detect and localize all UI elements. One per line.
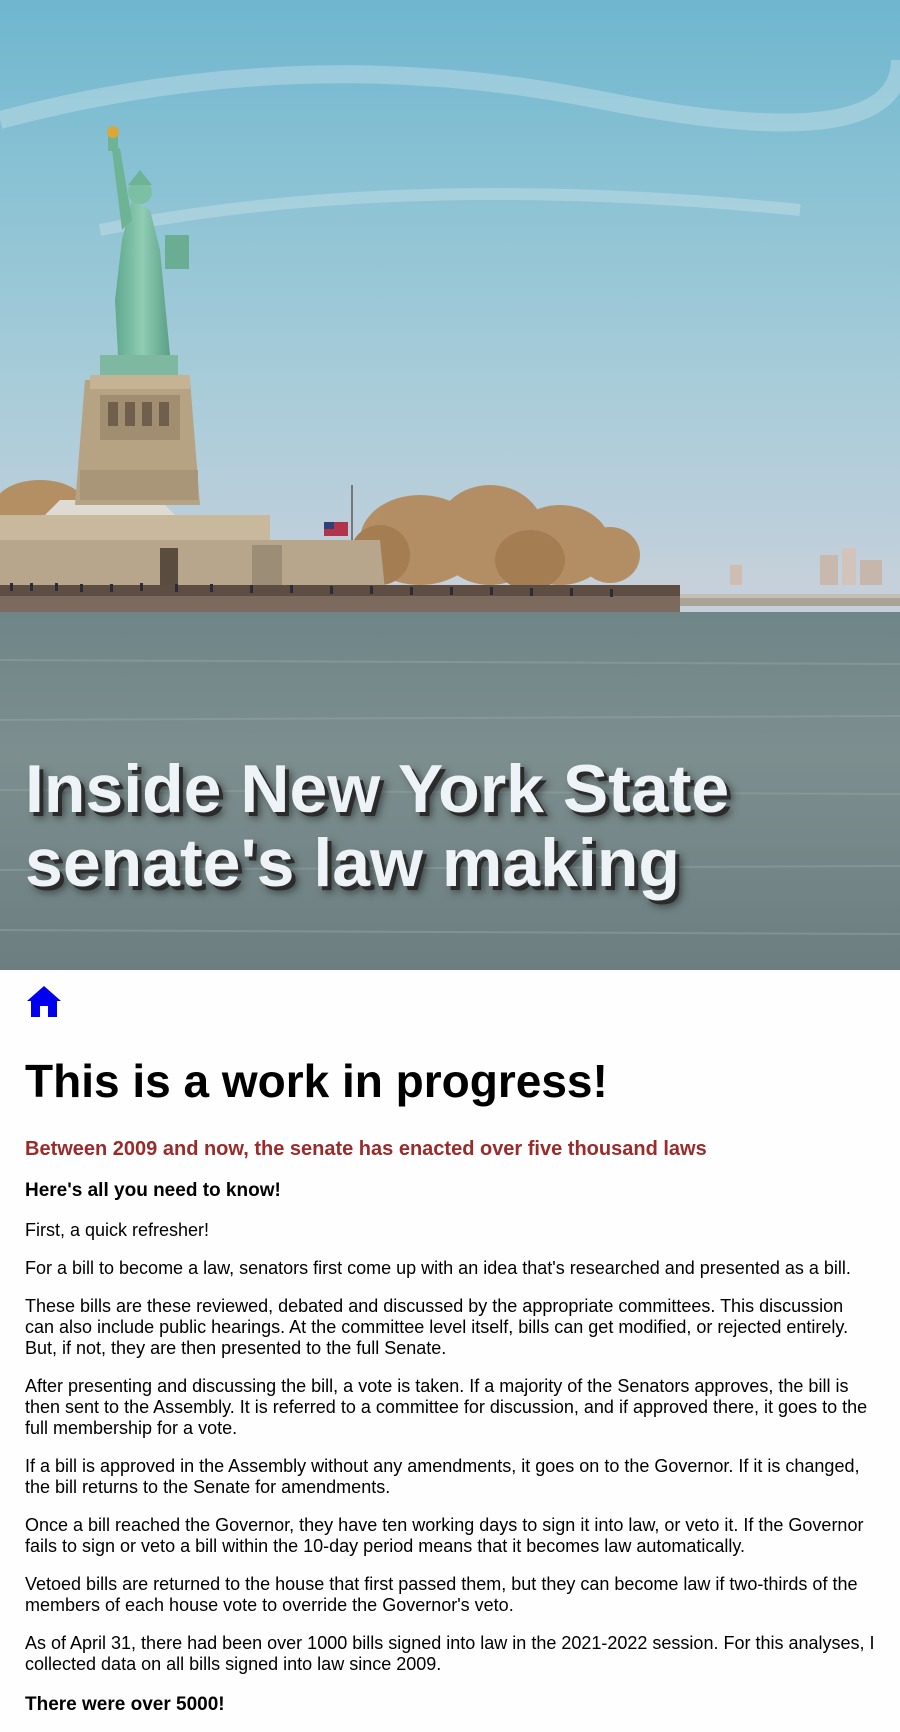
paragraph-senate-vote: After presenting and discussing the bill…	[25, 1376, 868, 1438]
page-heading: This is a work in progress!	[25, 1055, 608, 1107]
hero-title-line2: senate's law making	[25, 825, 680, 901]
home-icon	[27, 986, 61, 1017]
hero-banner: Inside New York State senate's law makin…	[0, 0, 900, 970]
closing-heading: There were over 5000!	[25, 1694, 225, 1715]
hero-title: Inside New York State senate's law makin…	[25, 752, 885, 900]
paragraph-bill-idea: For a bill to become a law, senators fir…	[25, 1258, 851, 1278]
paragraph-committees: These bills are these reviewed, debated …	[25, 1296, 849, 1358]
main-content: This is a work in progress! Between 2009…	[0, 970, 900, 1717]
paragraph-data: As of April 31, there had been over 1000…	[25, 1633, 875, 1674]
home-link[interactable]	[25, 984, 63, 1018]
paragraph-veto: Vetoed bills are returned to the house t…	[25, 1574, 858, 1615]
paragraph-refresher: First, a quick refresher!	[25, 1220, 210, 1240]
page-subheading: Between 2009 and now, the senate has ena…	[25, 1138, 707, 1160]
intro-heading: Here's all you need to know!	[25, 1180, 281, 1201]
paragraph-governor: Once a bill reached the Governor, they h…	[25, 1515, 864, 1556]
paragraph-assembly: If a bill is approved in the Assembly wi…	[25, 1456, 860, 1497]
hero-title-line1: Inside New York State	[25, 751, 730, 827]
